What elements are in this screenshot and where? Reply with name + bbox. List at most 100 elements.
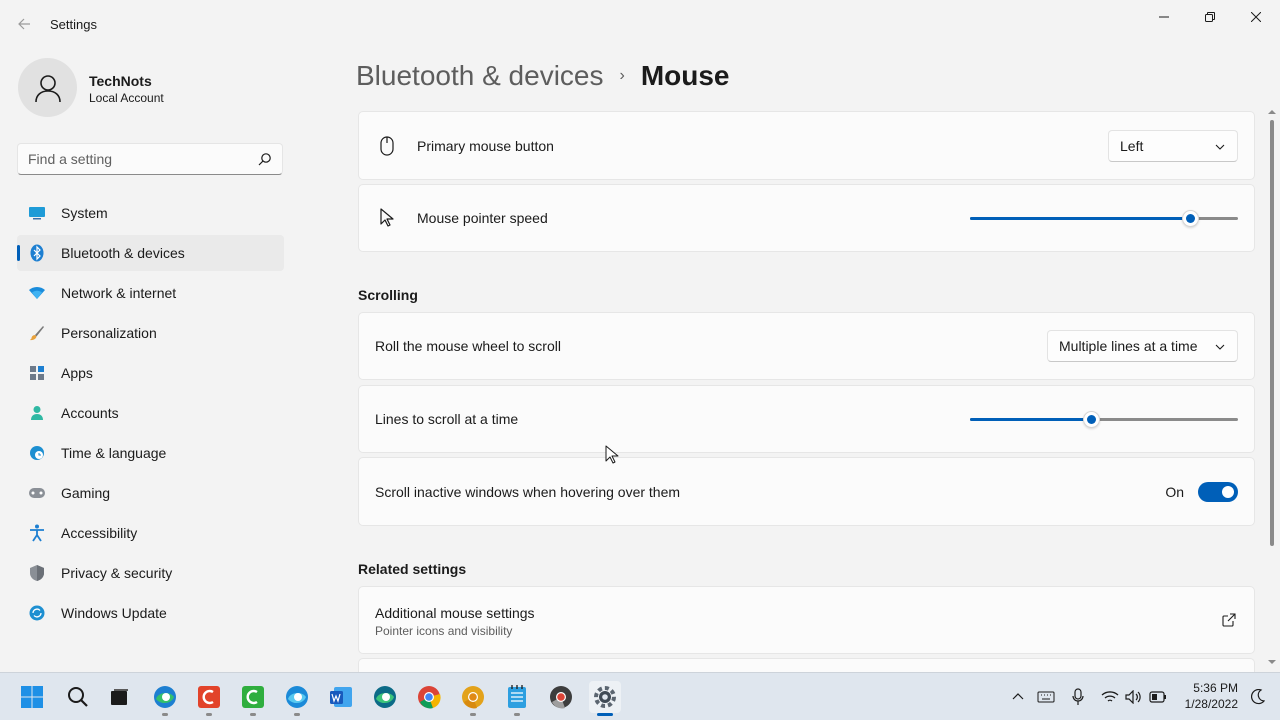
- sidebar-item-label: Apps: [61, 365, 93, 381]
- sidebar-item-label: Windows Update: [61, 605, 167, 621]
- slider-fill: [970, 217, 1190, 220]
- close-button[interactable]: [1236, 6, 1276, 28]
- taskbar-app-notepad[interactable]: [501, 681, 533, 716]
- sidebar-item-gaming[interactable]: Gaming: [17, 475, 284, 511]
- taskbar-app-chrome-dev[interactable]: [545, 681, 577, 713]
- next-related-row[interactable]: [358, 658, 1255, 672]
- window-title: Settings: [50, 17, 97, 32]
- gamepad-icon: [28, 484, 46, 502]
- chrome-icon: [418, 686, 441, 709]
- avatar[interactable]: [18, 58, 77, 117]
- sidebar-item-network[interactable]: Network & internet: [17, 275, 284, 311]
- close-icon: [1251, 12, 1261, 22]
- back-button[interactable]: [14, 14, 34, 34]
- pointer-speed-slider[interactable]: [970, 208, 1238, 228]
- minimize-button[interactable]: [1144, 6, 1184, 28]
- taskbar-app-red[interactable]: [193, 681, 225, 716]
- toggle-knob: [1222, 485, 1234, 498]
- sidebar-item-windows-update[interactable]: Windows Update: [17, 595, 284, 631]
- sidebar-item-system[interactable]: System: [17, 195, 284, 231]
- running-indicator: [514, 713, 520, 716]
- show-hidden-icons-button[interactable]: [1008, 687, 1028, 707]
- windows-start-icon: [21, 686, 43, 708]
- sidebar-item-label: System: [61, 205, 108, 221]
- taskbar-app-edge-beta[interactable]: [281, 681, 313, 716]
- taskbar-app-edge[interactable]: [149, 681, 181, 716]
- edge-icon: [154, 686, 176, 708]
- globe-clock-icon: [28, 444, 46, 462]
- scroll-thumb[interactable]: [1270, 120, 1274, 546]
- search-box[interactable]: [17, 143, 283, 175]
- brush-icon: [28, 324, 46, 342]
- scroll-down-icon[interactable]: [1268, 658, 1276, 666]
- additional-mouse-settings-row[interactable]: Additional mouse settings Pointer icons …: [358, 586, 1255, 654]
- mouse-icon: [377, 134, 397, 158]
- search-input[interactable]: [28, 150, 248, 168]
- scrollbar[interactable]: [1268, 108, 1276, 670]
- start-button[interactable]: [16, 681, 48, 713]
- chevron-up-icon: [1012, 693, 1024, 700]
- running-indicator: [162, 713, 168, 716]
- system-icon: [28, 204, 46, 222]
- taskbar-app-word[interactable]: [325, 681, 357, 713]
- profile-account-type: Local Account: [89, 91, 164, 105]
- sidebar-item-label: Bluetooth & devices: [61, 245, 185, 261]
- restore-button[interactable]: [1190, 6, 1230, 28]
- related-settings-title: Related settings: [358, 561, 467, 577]
- inactive-scroll-toggle[interactable]: [1198, 481, 1238, 502]
- keyboard-tray-button[interactable]: [1036, 687, 1056, 707]
- task-view-button[interactable]: [103, 681, 135, 713]
- sidebar-item-label: Accounts: [61, 405, 119, 421]
- bluetooth-icon: [28, 244, 46, 262]
- chevron-down-icon: [1215, 344, 1225, 350]
- scrolling-section-title: Scrolling: [358, 287, 418, 303]
- sidebar-item-privacy[interactable]: Privacy & security: [17, 555, 284, 591]
- taskbar-clock[interactable]: 5:36 PM 1/28/2022: [1176, 680, 1238, 712]
- pointer-icon: [377, 206, 397, 230]
- apps-icon: [28, 364, 46, 382]
- app-green-icon: [242, 686, 264, 708]
- sidebar-item-time-language[interactable]: Time & language: [17, 435, 284, 471]
- slider-thumb[interactable]: [1083, 411, 1100, 428]
- breadcrumb-parent[interactable]: Bluetooth & devices: [356, 60, 604, 92]
- sidebar-item-accounts[interactable]: Accounts: [17, 395, 284, 431]
- taskbar-search-button[interactable]: [61, 681, 93, 713]
- sidebar-item-accessibility[interactable]: Accessibility: [17, 515, 284, 551]
- taskbar-app-chrome-canary[interactable]: [457, 681, 489, 716]
- profile-name: TechNots: [89, 73, 152, 89]
- slider-thumb[interactable]: [1182, 210, 1199, 227]
- lines-scroll-row: Lines to scroll at a time: [358, 385, 1255, 453]
- running-indicator: [597, 713, 613, 716]
- lines-scroll-slider[interactable]: [970, 409, 1238, 429]
- task-view-icon: [111, 689, 128, 705]
- slider-fill: [970, 418, 1091, 421]
- sidebar-item-apps[interactable]: Apps: [17, 355, 284, 391]
- volume-tray-button[interactable]: [1124, 687, 1144, 707]
- sidebar-item-label: Network & internet: [61, 285, 177, 301]
- taskbar-app-chrome[interactable]: [413, 681, 445, 713]
- taskbar-app-green[interactable]: [237, 681, 269, 716]
- sidebar-item-label: Accessibility: [61, 525, 138, 541]
- sidebar-item-label: Privacy & security: [61, 565, 173, 581]
- battery-tray-button[interactable]: [1148, 687, 1168, 707]
- sidebar-nav: System Bluetooth & devices Network & int…: [17, 195, 284, 635]
- running-indicator: [206, 713, 212, 716]
- sidebar-item-bluetooth[interactable]: Bluetooth & devices: [17, 235, 284, 271]
- search-icon[interactable]: [258, 152, 272, 166]
- sidebar-item-label: Personalization: [61, 325, 157, 341]
- microphone-tray-button[interactable]: [1068, 687, 1088, 707]
- sidebar-item-personalization[interactable]: Personalization: [17, 315, 284, 351]
- keyboard-icon: [1037, 691, 1055, 703]
- primary-mouse-button-dropdown[interactable]: Left: [1108, 129, 1238, 162]
- taskbar-app-settings[interactable]: [589, 681, 621, 716]
- running-indicator: [250, 713, 256, 716]
- network-tray-button[interactable]: [1100, 687, 1120, 707]
- notifications-button[interactable]: [1248, 687, 1268, 707]
- wheel-scroll-dropdown[interactable]: Multiple lines at a time: [1047, 330, 1238, 362]
- taskbar-app-edge-dev[interactable]: [369, 681, 401, 713]
- scroll-up-icon[interactable]: [1268, 108, 1276, 116]
- lines-scroll-label: Lines to scroll at a time: [375, 411, 519, 427]
- running-indicator: [294, 713, 300, 716]
- mouse-cursor-icon: [605, 445, 619, 464]
- inactive-scroll-label: Scroll inactive windows when hovering ov…: [375, 483, 681, 500]
